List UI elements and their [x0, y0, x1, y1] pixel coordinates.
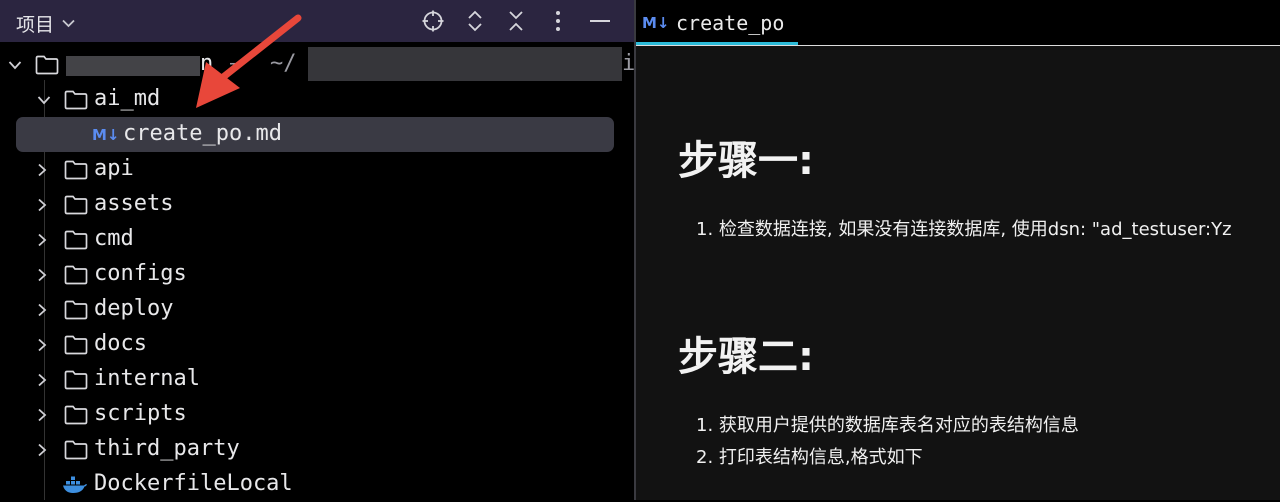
- tree-item-scripts[interactable]: scripts: [0, 397, 634, 432]
- project-panel-header: 项目: [0, 0, 634, 42]
- tree-item-internal[interactable]: internal: [0, 362, 634, 397]
- tree-item-label: create_po.md: [123, 121, 282, 146]
- redacted-project-path: [308, 47, 622, 81]
- tree-item-label: configs: [94, 261, 187, 286]
- tree-item-label: deploy: [94, 296, 174, 321]
- project-panel: 项目 n — ~/ i ai_md M↓ create_po.md api as…: [0, 0, 635, 502]
- tree-item-create-po-md[interactable]: M↓ create_po.md: [0, 117, 634, 152]
- more-options-icon[interactable]: [545, 8, 571, 34]
- markdown-editor: M↓ create_po 步骤一: 1. 检查数据连接, 如果没有连接数据库, …: [636, 0, 1280, 500]
- list-item: 1. 获取用户提供的数据库表名对应的表结构信息: [696, 415, 1079, 436]
- tree-item-label: api: [94, 156, 134, 181]
- minimize-icon[interactable]: [587, 8, 613, 34]
- folder-icon: [64, 265, 88, 291]
- tree-item-ai-md[interactable]: ai_md: [0, 82, 634, 117]
- editor-tab-bar: M↓ create_po: [636, 0, 1280, 46]
- chevron-right-icon[interactable]: [33, 432, 51, 467]
- tree-item-api[interactable]: api: [0, 152, 634, 187]
- tab-label: create_po: [676, 11, 785, 35]
- tab-create-po[interactable]: M↓ create_po: [636, 0, 798, 46]
- folder-icon: [64, 160, 88, 186]
- chevron-down-icon[interactable]: [6, 47, 24, 82]
- chevron-right-icon[interactable]: [33, 257, 51, 292]
- markdown-file-icon: M↓: [642, 14, 670, 32]
- tree-root-item[interactable]: n — ~/ i: [0, 47, 635, 82]
- list-item: 1. 检查数据连接, 如果没有连接数据库, 使用dsn: "ad_testuse…: [696, 219, 1232, 240]
- collapse-all-icon[interactable]: [503, 8, 529, 34]
- chevron-right-icon[interactable]: [33, 292, 51, 327]
- tree-item-label: DockerfileLocal: [94, 471, 293, 496]
- chevron-right-icon[interactable]: [33, 187, 51, 222]
- tree-item-label: scripts: [94, 401, 187, 426]
- folder-icon: [64, 370, 88, 396]
- tree-item-third-party[interactable]: third_party: [0, 432, 634, 467]
- tree-item-docs[interactable]: docs: [0, 327, 634, 362]
- project-panel-title: 项目: [16, 15, 55, 36]
- tree-item-label: docs: [94, 331, 147, 356]
- tab-bar-border: [636, 45, 1280, 46]
- tree-item-label: cmd: [94, 226, 134, 251]
- locate-icon[interactable]: [420, 8, 446, 34]
- expand-all-icon[interactable]: [462, 8, 488, 34]
- folder-icon: [64, 405, 88, 431]
- folder-icon: [64, 300, 88, 326]
- project-name-tail: n: [200, 51, 214, 76]
- tree-item-label: third_party: [94, 436, 240, 461]
- chevron-down-icon: [62, 16, 75, 31]
- path-separator: —: [230, 51, 244, 76]
- folder-icon: [64, 195, 88, 221]
- tree-item-label: internal: [94, 366, 200, 391]
- folder-icon: [64, 90, 88, 116]
- project-path-prefix: ~/: [270, 51, 297, 76]
- tree-item-deploy[interactable]: deploy: [0, 292, 634, 327]
- chevron-down-icon[interactable]: [35, 82, 53, 117]
- folder-icon: [35, 55, 59, 81]
- chevron-right-icon[interactable]: [33, 222, 51, 257]
- section-heading: 步骤一:: [678, 138, 814, 184]
- tree-item-dockerfilelocal[interactable]: DockerfileLocal: [0, 467, 634, 502]
- section-heading: 步骤二:: [678, 334, 814, 380]
- list-item: 2. 打印表结构信息,格式如下: [696, 447, 923, 468]
- folder-icon: [64, 335, 88, 361]
- docker-icon: [62, 474, 88, 500]
- tree-item-cmd[interactable]: cmd: [0, 222, 634, 257]
- chevron-right-icon[interactable]: [33, 327, 51, 362]
- project-view-selector[interactable]: 项目: [16, 10, 75, 37]
- chevron-right-icon[interactable]: [33, 362, 51, 397]
- tree-item-label: ai_md: [94, 86, 161, 111]
- markdown-file-icon: M↓: [92, 126, 120, 144]
- tree-item-label: assets: [94, 191, 174, 216]
- redacted-project-name: [66, 56, 200, 76]
- tree-item-assets[interactable]: assets: [0, 187, 634, 222]
- folder-icon: [64, 230, 88, 256]
- chevron-right-icon[interactable]: [33, 397, 51, 432]
- folder-icon: [64, 440, 88, 466]
- chevron-right-icon[interactable]: [33, 152, 51, 187]
- tree-item-configs[interactable]: configs: [0, 257, 634, 292]
